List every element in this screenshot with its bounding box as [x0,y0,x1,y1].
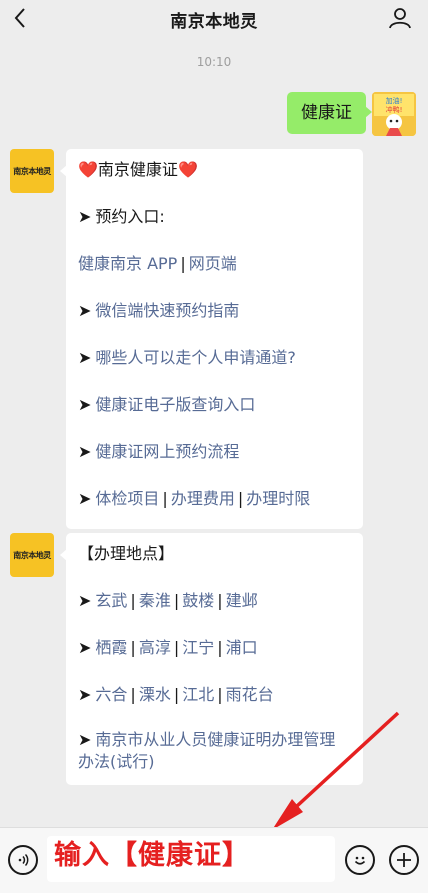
wechat-guide-line: ➤ 微信端快速预约指南 [78,288,351,335]
arrow-icon: ➤ [78,591,92,610]
appointment-heading: ➤ 预约入口: [78,194,351,241]
fees-link[interactable]: 办理费用 [171,489,235,508]
card-title-line: ❤️南京健康证❤️ [78,157,351,194]
arrow-icon: ➤ [78,685,92,704]
appointment-label: 预约入口: [95,207,165,226]
district-link-gaochun[interactable]: 高淳 [139,638,171,657]
web-link[interactable]: 网页端 [189,254,237,273]
app-web-links: 健康南京 APP | 网页端 [78,241,351,288]
health-nanjing-app-link[interactable]: 健康南京 APP [78,254,177,273]
separator: | [217,638,223,657]
separator: | [217,591,223,610]
district-link-lishui[interactable]: 溧水 [139,685,171,704]
district-row-1: ➤ 玄武 | 秦淮 | 鼓楼 | 建邺 [78,578,351,625]
locations-title-line: 【办理地点】 [78,541,351,578]
wechat-guide-link[interactable]: 微信端快速预约指南 [95,301,239,320]
individual-channel-line: ➤ 哪些人可以走个人申请通道? [78,335,351,382]
district-link-jianye[interactable]: 建邺 [226,591,258,610]
user-avatar[interactable]: 加油! 冲鸭! [372,92,416,136]
individual-channel-link[interactable]: 哪些人可以走个人申请通道? [95,348,296,367]
e-cert-query-line: ➤ 健康证电子版查询入口 [78,382,351,429]
separator: | [217,685,223,704]
district-row-2: ➤ 栖霞 | 高淳 | 江宁 | 浦口 [78,625,351,672]
district-link-gulou[interactable]: 鼓楼 [182,591,214,610]
exam-items-link[interactable]: 体检项目 [95,489,159,508]
regulation-line: ➤ 南京市从业人员健康证明办理管理办法(试行) [78,719,351,779]
svg-text:冲鸭!: 冲鸭! [386,105,403,114]
separator: | [162,489,168,508]
locations-title: 【办理地点】 [78,544,175,563]
top-bar: 南京本地灵 [0,0,428,38]
regulation-link[interactable]: 南京市从业人员健康证明办理管理办法(试行) [78,730,335,771]
bot-avatar[interactable]: 南京本地灵 [10,149,54,193]
separator: | [130,591,136,610]
separator: | [173,591,180,610]
chevron-left-icon[interactable] [8,5,32,31]
arrow-icon: ➤ [78,489,92,508]
person-icon[interactable] [388,6,412,30]
bot-avatar[interactable]: 南京本地灵 [10,533,54,577]
district-row-3: ➤ 六合 | 溧水 | 江北 | 雨花台 [78,672,351,719]
heart-icon: ❤️ [177,160,198,179]
timestamp: 10:10 [196,55,232,69]
arrow-icon: ➤ [78,638,92,657]
arrow-icon: ➤ [78,395,92,414]
e-cert-query-link[interactable]: 健康证电子版查询入口 [95,395,255,414]
page-title: 南京本地灵 [170,11,258,32]
district-link-luhe[interactable]: 六合 [95,685,127,704]
emoji-icon[interactable] [345,845,375,875]
appointment-process-link[interactable]: 健康证网上预约流程 [95,442,239,461]
district-link-xuanwu[interactable]: 玄武 [95,591,127,610]
district-link-qixia[interactable]: 栖霞 [95,638,127,657]
district-link-pukou[interactable]: 浦口 [226,638,258,657]
svg-text:加油!: 加油! [386,96,403,105]
user-message-bubble[interactable]: 健康证 [287,92,372,134]
card-title: 南京健康证 [97,160,178,179]
heart-icon: ❤️ [78,160,98,179]
plus-icon[interactable] [389,845,419,875]
voice-icon[interactable] [8,845,38,875]
separator: | [130,685,136,704]
district-link-jiangbei[interactable]: 江北 [182,685,214,704]
separator: | [173,685,180,704]
separator: | [237,489,244,508]
district-link-yuhuatai[interactable]: 雨花台 [226,685,274,704]
arrow-icon: ➤ [78,442,92,461]
arrow-icon: ➤ [78,207,92,226]
arrow-icon: ➤ [78,348,92,367]
message-card-health-cert: ❤️南京健康证❤️ ➤ 预约入口: 健康南京 APP | 网页端 ➤ 微信端快速预约指南… [60,149,363,529]
message-card-locations: 【办理地点】 ➤ 玄武 | 秦淮 | 鼓楼 | 建邺 ➤ 栖霞 | 高淳 | 江宁 | 浦口 ➤ 六合 | 溧水 |… [60,533,363,785]
separator: | [130,638,136,657]
separator: | [173,638,180,657]
items-fees-time-line: ➤ 体检项目 | 办理费用 | 办理时限 [78,476,351,523]
separator: | [180,254,186,273]
time-limit-link[interactable]: 办理时限 [246,489,310,508]
appointment-process-line: ➤ 健康证网上预约流程 [78,429,351,476]
arrow-icon: ➤ [78,301,92,320]
input-text[interactable]: 输入【健康证】 [54,836,250,876]
district-link-jiangning[interactable]: 江宁 [182,638,214,657]
district-link-qinhuai[interactable]: 秦淮 [139,591,171,610]
arrow-icon: ➤ [78,730,92,749]
